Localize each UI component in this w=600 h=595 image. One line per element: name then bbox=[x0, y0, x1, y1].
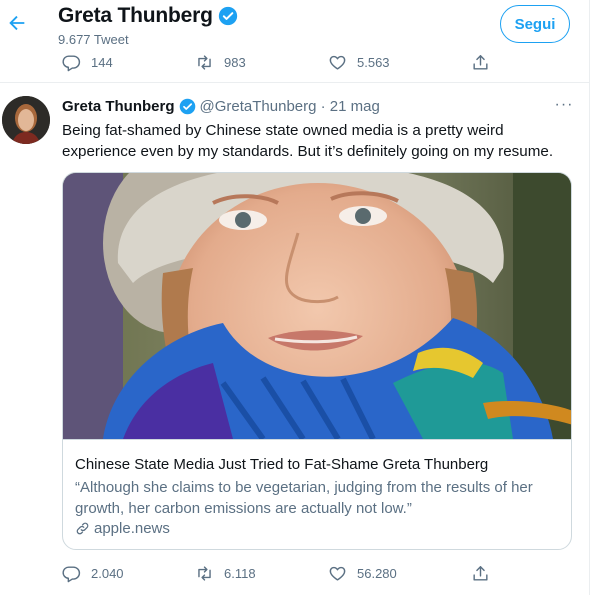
reply-count: 2.040 bbox=[91, 565, 124, 581]
share-icon bbox=[473, 54, 488, 70]
retweet-button[interactable]: 983 bbox=[195, 48, 246, 76]
reply-button[interactable]: 144 bbox=[62, 48, 113, 76]
like-button[interactable]: 56.280 bbox=[328, 559, 397, 587]
verified-badge-icon bbox=[218, 6, 238, 26]
card-image bbox=[63, 173, 571, 463]
share-button[interactable] bbox=[471, 48, 490, 76]
verified-badge-icon bbox=[179, 98, 196, 115]
share-button[interactable] bbox=[471, 559, 490, 587]
card-domain-text: apple.news bbox=[94, 520, 170, 537]
retweet-button[interactable]: 6.118 bbox=[195, 559, 256, 587]
retweet-icon bbox=[198, 54, 211, 70]
arrow-left-icon bbox=[9, 15, 25, 31]
profile-name: Greta Thunberg bbox=[58, 4, 213, 27]
previous-tweet-actions: 144 983 5.563 bbox=[0, 48, 589, 76]
retweet-count: 983 bbox=[224, 54, 246, 70]
like-count: 5.563 bbox=[357, 54, 390, 70]
heart-icon bbox=[329, 566, 346, 581]
reply-button[interactable]: 2.040 bbox=[62, 559, 124, 587]
retweet-count: 6.118 bbox=[224, 565, 256, 581]
share-icon bbox=[473, 565, 488, 581]
more-options-button[interactable]: ··· bbox=[553, 96, 575, 116]
reply-count: 144 bbox=[91, 54, 113, 70]
timeline-border bbox=[589, 0, 590, 595]
link-card[interactable]: Chinese State Media Just Tried to Fat-Sh… bbox=[62, 172, 572, 550]
back-button[interactable] bbox=[6, 12, 28, 34]
tweet-count: 9.677 Tweet bbox=[58, 32, 129, 47]
heart-icon bbox=[329, 55, 346, 70]
author-name[interactable]: Greta Thunberg bbox=[62, 98, 175, 115]
card-domain: apple.news bbox=[75, 520, 170, 537]
follow-button[interactable]: Segui bbox=[500, 5, 570, 43]
profile-header: Greta Thunberg 9.677 Tweet Segui bbox=[0, 0, 589, 52]
retweet-icon bbox=[198, 565, 211, 581]
tweet-header: Greta Thunberg @GretaThunberg · 21 mag bbox=[62, 98, 380, 115]
reply-icon bbox=[62, 565, 81, 582]
avatar[interactable] bbox=[2, 96, 50, 144]
tweet-actions: 2.040 6.118 56.280 bbox=[0, 559, 589, 587]
card-description: “Although she claims to be vegetarian, j… bbox=[75, 479, 533, 517]
reply-icon bbox=[62, 54, 81, 71]
tweet-divider bbox=[0, 82, 589, 83]
card-title: Chinese State Media Just Tried to Fat-Sh… bbox=[75, 456, 489, 473]
author-handle-date[interactable]: @GretaThunberg · 21 mag bbox=[200, 98, 380, 115]
like-count: 56.280 bbox=[357, 565, 397, 581]
profile-title: Greta Thunberg bbox=[58, 4, 238, 28]
like-button[interactable]: 5.563 bbox=[328, 48, 390, 76]
link-icon bbox=[76, 522, 89, 535]
tweet-text: Being fat-shamed by Chinese state owned … bbox=[62, 122, 554, 160]
